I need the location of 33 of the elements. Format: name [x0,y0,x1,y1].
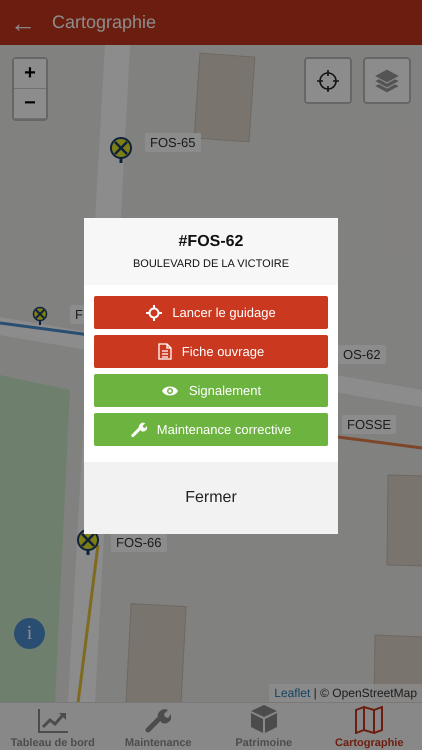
back-button[interactable]: ← [8,10,38,36]
marker-label: FOSSE [342,415,396,434]
marker-icon[interactable] [32,306,48,325]
locate-button[interactable] [304,57,352,104]
map-attribution: Leaflet | © OpenStreetMap [269,684,422,702]
marker-label: OS-62 [338,345,386,364]
action-button[interactable]: Fiche ouvrage [94,335,328,368]
chart-icon [36,708,69,734]
dialog-title: #FOS-62 [178,233,244,251]
marker-label: FOS-66 [111,533,167,552]
action-button[interactable]: Signalement [94,374,328,407]
close-button[interactable]: Fermer [84,462,338,534]
wrench-icon [130,422,147,438]
dialog-subtitle: BOULEVARD DE LA VICTOIRE [132,258,290,270]
tab[interactable]: Cartographie [316,703,422,750]
layers-icon [373,68,401,94]
crosshair-icon [146,304,162,320]
tab[interactable]: Patrimoine [211,703,316,750]
zoom-in-button[interactable]: + [14,59,46,89]
eye-icon [160,384,179,396]
cube-icon [248,704,279,734]
marker-label: FOS-65 [145,133,201,152]
tab[interactable]: Tableau de bord [0,703,106,750]
tab[interactable]: Maintenance [106,703,211,750]
document-icon [158,343,172,360]
screen-title: Cartographie [52,12,156,33]
crosshair-icon [316,68,340,92]
marker-icon[interactable] [109,136,133,164]
wrench-icon [145,708,172,734]
map-icon [354,706,384,734]
leaflet-link[interactable]: Leaflet [274,686,310,700]
action-button[interactable]: Maintenance corrective [94,413,328,446]
action-button[interactable]: Lancer le guidage [94,296,328,329]
